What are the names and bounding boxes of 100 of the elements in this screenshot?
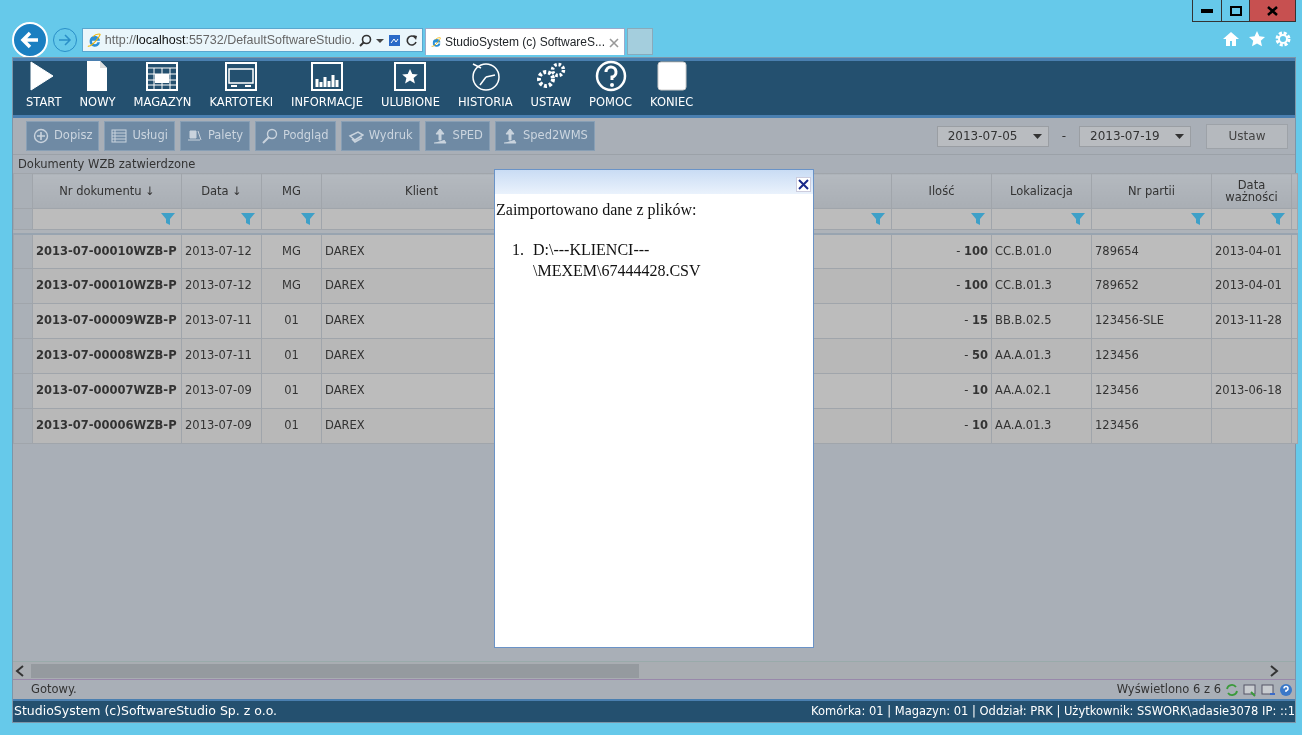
filter-icon[interactable] xyxy=(1271,211,1285,226)
star-window-icon xyxy=(394,59,427,92)
minimize-icon xyxy=(1201,8,1213,13)
scrollbar-thumb[interactable] xyxy=(31,663,639,678)
column-header[interactable]: Data ↓ xyxy=(181,173,262,209)
table-cell: MG xyxy=(261,268,322,304)
file-path: D:\---KLIENCI---\MEXEM\67444428.CSV xyxy=(533,240,702,281)
filter-icon[interactable] xyxy=(241,211,255,226)
browser-tab[interactable]: StudioSystem (c) SoftwareS... xyxy=(425,28,625,55)
filter-icon[interactable] xyxy=(161,211,175,226)
table-cell: 01 xyxy=(261,338,322,374)
table-cell: AA.A.02.1 xyxy=(991,373,1092,409)
table-cell: 789652 xyxy=(1091,268,1212,304)
table-cell: 2013-06-18 xyxy=(1211,373,1292,409)
home-icon[interactable] xyxy=(1222,30,1240,48)
row-header-cell[interactable] xyxy=(13,233,33,269)
row-header-cell[interactable] xyxy=(13,268,33,304)
table-cell: 123456 xyxy=(1091,338,1212,374)
maximize-icon xyxy=(1229,5,1242,16)
menu-button[interactable]: START xyxy=(17,59,71,111)
table-cell: 2013-07-00006WZB-P xyxy=(32,408,182,444)
close-icon xyxy=(798,179,809,190)
session-info: Komórka: 01 | Magazyn: 01 | Oddział: PRK | Użytkownik: SSWORK\adasie3078 IP: ::1 xyxy=(810,702,1295,720)
table-cell: 01 xyxy=(261,373,322,409)
help-icon xyxy=(594,59,627,92)
table-cell: - 100 xyxy=(891,268,992,304)
table-cell: 123456 xyxy=(1091,408,1212,444)
filter-icon[interactable] xyxy=(301,211,315,226)
row-header-cell[interactable] xyxy=(13,408,33,444)
table-cell: - 100 xyxy=(891,233,992,269)
table-cell: - 10 xyxy=(891,373,992,409)
row-header-cell[interactable] xyxy=(13,303,33,339)
menu-button[interactable]: HISTORIA xyxy=(448,59,522,111)
apply-button[interactable]: Ustaw xyxy=(1206,123,1288,149)
column-header[interactable]: Data ważności xyxy=(1211,173,1292,209)
column-header[interactable]: Nr dokumentu ↓ xyxy=(32,173,182,209)
table-cell: - 15 xyxy=(891,303,992,339)
export-icon[interactable] xyxy=(1261,682,1275,697)
settings-icon[interactable] xyxy=(1274,30,1292,48)
filter-icon[interactable] xyxy=(1071,211,1085,226)
address-field[interactable]: http://localhost:55732/DefaultSoftwareStudio. xyxy=(82,28,423,52)
table-cell: AA.A.01.3 xyxy=(991,338,1092,374)
row-header-cell[interactable] xyxy=(13,373,33,409)
table-cell: 2013-07-09 xyxy=(181,408,262,444)
search-icon[interactable] xyxy=(359,33,372,47)
menu-button[interactable]: KARTOTEKI xyxy=(200,59,283,111)
close-icon[interactable] xyxy=(609,37,619,48)
table-cell: 2013-07-00008WZB-P xyxy=(32,338,182,374)
favorites-star-icon[interactable] xyxy=(1248,30,1266,48)
table-cell: - 50 xyxy=(891,338,992,374)
date-dropdown[interactable]: 2013-07-19 xyxy=(1079,125,1191,147)
square-icon xyxy=(655,59,688,92)
new-tab-button[interactable] xyxy=(627,28,653,55)
forward-arrow-icon xyxy=(58,34,72,46)
filter-icon[interactable] xyxy=(971,211,985,226)
table-cell: 2013-04-01 xyxy=(1211,268,1292,304)
status-text: Gotowy. xyxy=(31,680,77,698)
menu-button[interactable]: NOWY xyxy=(70,59,125,111)
menu-button[interactable]: POMOC xyxy=(580,59,642,111)
table-cell: 789654 xyxy=(1091,233,1212,269)
filter-icon[interactable] xyxy=(871,211,885,226)
bar-chart-window-icon xyxy=(311,59,344,92)
plus-circle-icon xyxy=(33,128,49,144)
table-cell: 2013-07-00010WZB-P xyxy=(32,233,182,269)
address-text: http://localhost:55732/DefaultSoftwareStudio. xyxy=(104,31,355,49)
back-button[interactable] xyxy=(12,22,48,58)
table-cell: CC.B.01.3 xyxy=(991,268,1092,304)
column-header[interactable]: Ilość xyxy=(891,173,992,209)
table-cell: 2013-07-00010WZB-P xyxy=(32,268,182,304)
table-cell: 2013-07-12 xyxy=(181,268,262,304)
table-cell: 2013-07-09 xyxy=(181,373,262,409)
browser-logo-icon xyxy=(431,34,441,50)
range-separator: - xyxy=(1061,128,1066,145)
horizontal-scrollbar[interactable] xyxy=(13,661,1295,679)
magnifier-icon xyxy=(261,128,278,144)
menu-button[interactable]: INFORMACJE xyxy=(282,59,373,111)
column-header[interactable]: Nr partii xyxy=(1091,173,1212,209)
menu-button[interactable]: KONIEC xyxy=(641,59,703,111)
refresh-icon[interactable] xyxy=(405,33,418,47)
date-dropdown[interactable]: 2013-07-05 xyxy=(936,125,1049,147)
refresh-arrows-icon[interactable] xyxy=(1225,682,1239,697)
column-header[interactable]: MG xyxy=(261,173,322,209)
menu-button[interactable]: USTAW xyxy=(521,59,581,111)
tab-title: StudioSystem (c) SoftwareS... xyxy=(444,34,605,51)
filter-icon[interactable] xyxy=(1191,211,1205,226)
menu-button[interactable]: MAGAZYN xyxy=(124,59,201,111)
menu-button[interactable]: ULUBIONE xyxy=(372,59,449,111)
table-cell: 2013-07-00009WZB-P xyxy=(32,303,182,339)
upload-arrow-icon xyxy=(501,128,518,144)
compatibility-view-icon[interactable] xyxy=(388,33,401,47)
table-cell: 2013-07-00007WZB-P xyxy=(32,373,182,409)
help-icon[interactable] xyxy=(1279,682,1293,697)
table-cell: 2013-04-01 xyxy=(1211,233,1292,269)
export-icon[interactable] xyxy=(1243,682,1257,697)
list-number: 1. xyxy=(512,240,524,260)
column-header[interactable]: Lokalizacja xyxy=(991,173,1092,209)
table-cell: 123456-SLE xyxy=(1091,303,1212,339)
row-header-cell[interactable] xyxy=(13,338,33,374)
table-cell: 2013-07-11 xyxy=(181,303,262,339)
record-count: Wyświetlono 6 z 6 xyxy=(1116,680,1221,698)
